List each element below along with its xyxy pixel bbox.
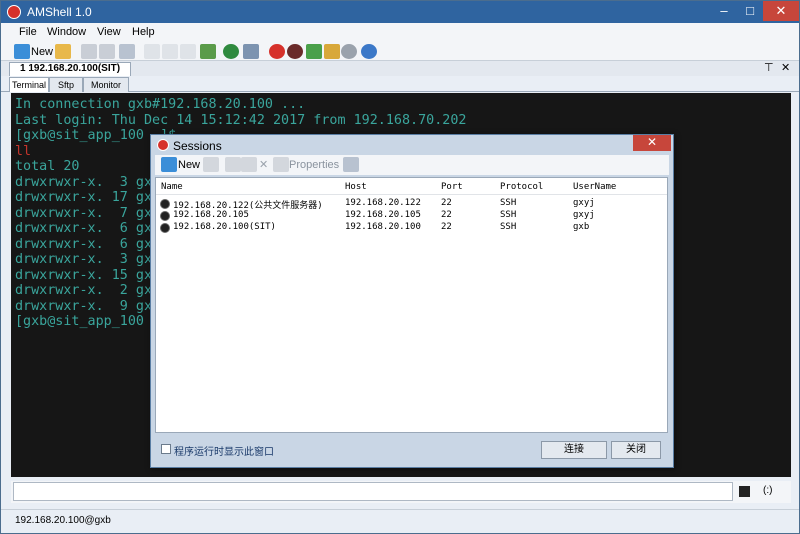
connect-button[interactable]: 连接	[541, 441, 607, 459]
menu-file[interactable]: File	[19, 26, 37, 38]
session-icon	[160, 223, 170, 233]
session-icon	[160, 199, 170, 209]
session-name: 192.168.20.100(SIT)	[173, 222, 276, 232]
record-icon[interactable]	[269, 44, 285, 59]
dialog-close-text-button[interactable]: 关闭	[611, 441, 661, 459]
stop-icon[interactable]	[287, 44, 303, 59]
save-icon[interactable]	[203, 157, 219, 172]
show-on-startup-checkbox[interactable]	[161, 444, 171, 454]
main-toolbar: New	[1, 43, 799, 61]
transfer-icon[interactable]	[200, 44, 216, 59]
dialog-new-button[interactable]: New	[178, 159, 200, 171]
show-on-startup-label: 程序运行时显示此窗口	[174, 447, 274, 458]
session-port: 22	[441, 198, 452, 208]
status-text: 192.168.20.100@gxb	[15, 515, 111, 526]
session-icon	[160, 211, 170, 221]
dialog-app-icon	[157, 139, 169, 151]
maximize-button[interactable]: □	[737, 1, 763, 21]
pin-icon[interactable]: ⊤	[764, 61, 774, 74]
app-icon	[7, 5, 21, 19]
find-icon[interactable]	[180, 44, 196, 59]
list-header: Name Host Port Protocol UserName	[156, 178, 667, 195]
session-protocol: SSH	[500, 222, 517, 232]
copy-icon[interactable]	[225, 157, 241, 172]
color-picker-icon[interactable]	[739, 486, 750, 497]
session-list-icon[interactable]	[119, 44, 135, 59]
session-host: 192.168.20.100	[345, 222, 421, 232]
session-tab[interactable]: 1 192.168.20.100(SIT)	[9, 62, 132, 76]
session-port: 22	[441, 222, 452, 232]
new-session-icon[interactable]	[161, 157, 177, 172]
tab-monitor[interactable]: Monitor	[83, 77, 129, 92]
link-icon[interactable]	[81, 44, 97, 59]
dialog-footer: 程序运行时显示此窗口 连接 关闭	[151, 435, 673, 467]
menu-window[interactable]: Window	[47, 26, 86, 38]
paste-icon[interactable]	[241, 157, 257, 172]
session-username: gxb	[573, 222, 590, 232]
grid-icon[interactable]	[306, 44, 322, 59]
open-folder-icon[interactable]	[55, 44, 71, 59]
new-button[interactable]: New	[31, 46, 53, 58]
globe-icon[interactable]	[223, 44, 239, 59]
session-port: 22	[441, 210, 452, 220]
network-icon[interactable]	[243, 44, 259, 59]
terminal-line: Last login: Thu Dec 14 15:12:42 2017 fro…	[15, 112, 467, 128]
sessions-dialog: Sessions ✕ New ✕ Properties Name Host Po…	[150, 134, 674, 468]
session-username: gxyj	[573, 198, 595, 208]
command-bar: (:)	[11, 481, 791, 503]
delete-icon[interactable]: ✕	[259, 158, 268, 171]
sessions-list: Name Host Port Protocol UserName 192.168…	[155, 177, 668, 433]
tab-close-icon[interactable]: ✕	[781, 61, 790, 74]
properties-icon[interactable]	[273, 157, 289, 172]
title-bar[interactable]: AMShell 1.0 – □ ✕	[1, 1, 799, 23]
mode-selector[interactable]: (:)	[763, 485, 772, 496]
dialog-title-bar[interactable]: Sessions ✕	[151, 135, 673, 155]
new-session-icon[interactable]	[14, 44, 30, 59]
properties-button[interactable]: Properties	[289, 159, 339, 171]
copy-icon[interactable]	[144, 44, 160, 59]
session-name: 192.168.20.105	[173, 210, 249, 220]
session-username: gxyj	[573, 210, 595, 220]
session-host: 192.168.20.105	[345, 210, 421, 220]
dialog-close-button[interactable]: ✕	[633, 135, 671, 151]
col-port[interactable]: Port	[441, 182, 463, 192]
session-host: 192.168.20.122	[345, 198, 421, 208]
tab-terminal[interactable]: Terminal	[9, 77, 49, 92]
help-icon[interactable]	[361, 44, 377, 59]
menu-help[interactable]: Help	[132, 26, 155, 38]
minimize-button[interactable]: –	[711, 1, 737, 21]
session-protocol: SSH	[500, 210, 517, 220]
col-protocol[interactable]: Protocol	[500, 182, 543, 192]
lock-icon[interactable]	[324, 44, 340, 59]
session-protocol: SSH	[500, 198, 517, 208]
unlink-icon[interactable]	[99, 44, 115, 59]
dialog-title: Sessions	[173, 139, 222, 153]
tab-sftp[interactable]: Sftp	[49, 77, 83, 92]
col-name[interactable]: Name	[161, 182, 183, 192]
session-row[interactable]: 192.168.20.122(公共文件服务器) 192.168.20.122 2…	[156, 198, 667, 211]
session-tab-bar: 1 192.168.20.100(SIT) ⊤ ✕	[1, 61, 799, 76]
dialog-toolbar: New ✕ Properties	[155, 155, 669, 175]
session-row[interactable]: 192.168.20.105 192.168.20.105 22 SSH gxy…	[156, 210, 667, 222]
window-title: AMShell 1.0	[27, 5, 92, 19]
col-host[interactable]: Host	[345, 182, 367, 192]
close-button[interactable]: ✕	[763, 1, 799, 21]
session-row[interactable]: 192.168.20.100(SIT) 192.168.20.100 22 SS…	[156, 222, 667, 234]
view-icon[interactable]	[343, 157, 359, 172]
status-bar: 192.168.20.100@gxb	[1, 509, 799, 533]
terminal-line: In connection gxb#192.168.20.100 ...	[15, 97, 306, 112]
menu-view[interactable]: View	[97, 26, 121, 38]
col-username[interactable]: UserName	[573, 182, 616, 192]
sub-tab-bar: Terminal Sftp Monitor	[1, 76, 799, 92]
paste-icon[interactable]	[162, 44, 178, 59]
gear-icon[interactable]	[341, 44, 357, 59]
menu-bar: File Window View Help	[1, 23, 799, 43]
amshell-window: AMShell 1.0 – □ ✕ File Window View Help …	[0, 0, 800, 534]
command-input[interactable]	[13, 482, 733, 501]
